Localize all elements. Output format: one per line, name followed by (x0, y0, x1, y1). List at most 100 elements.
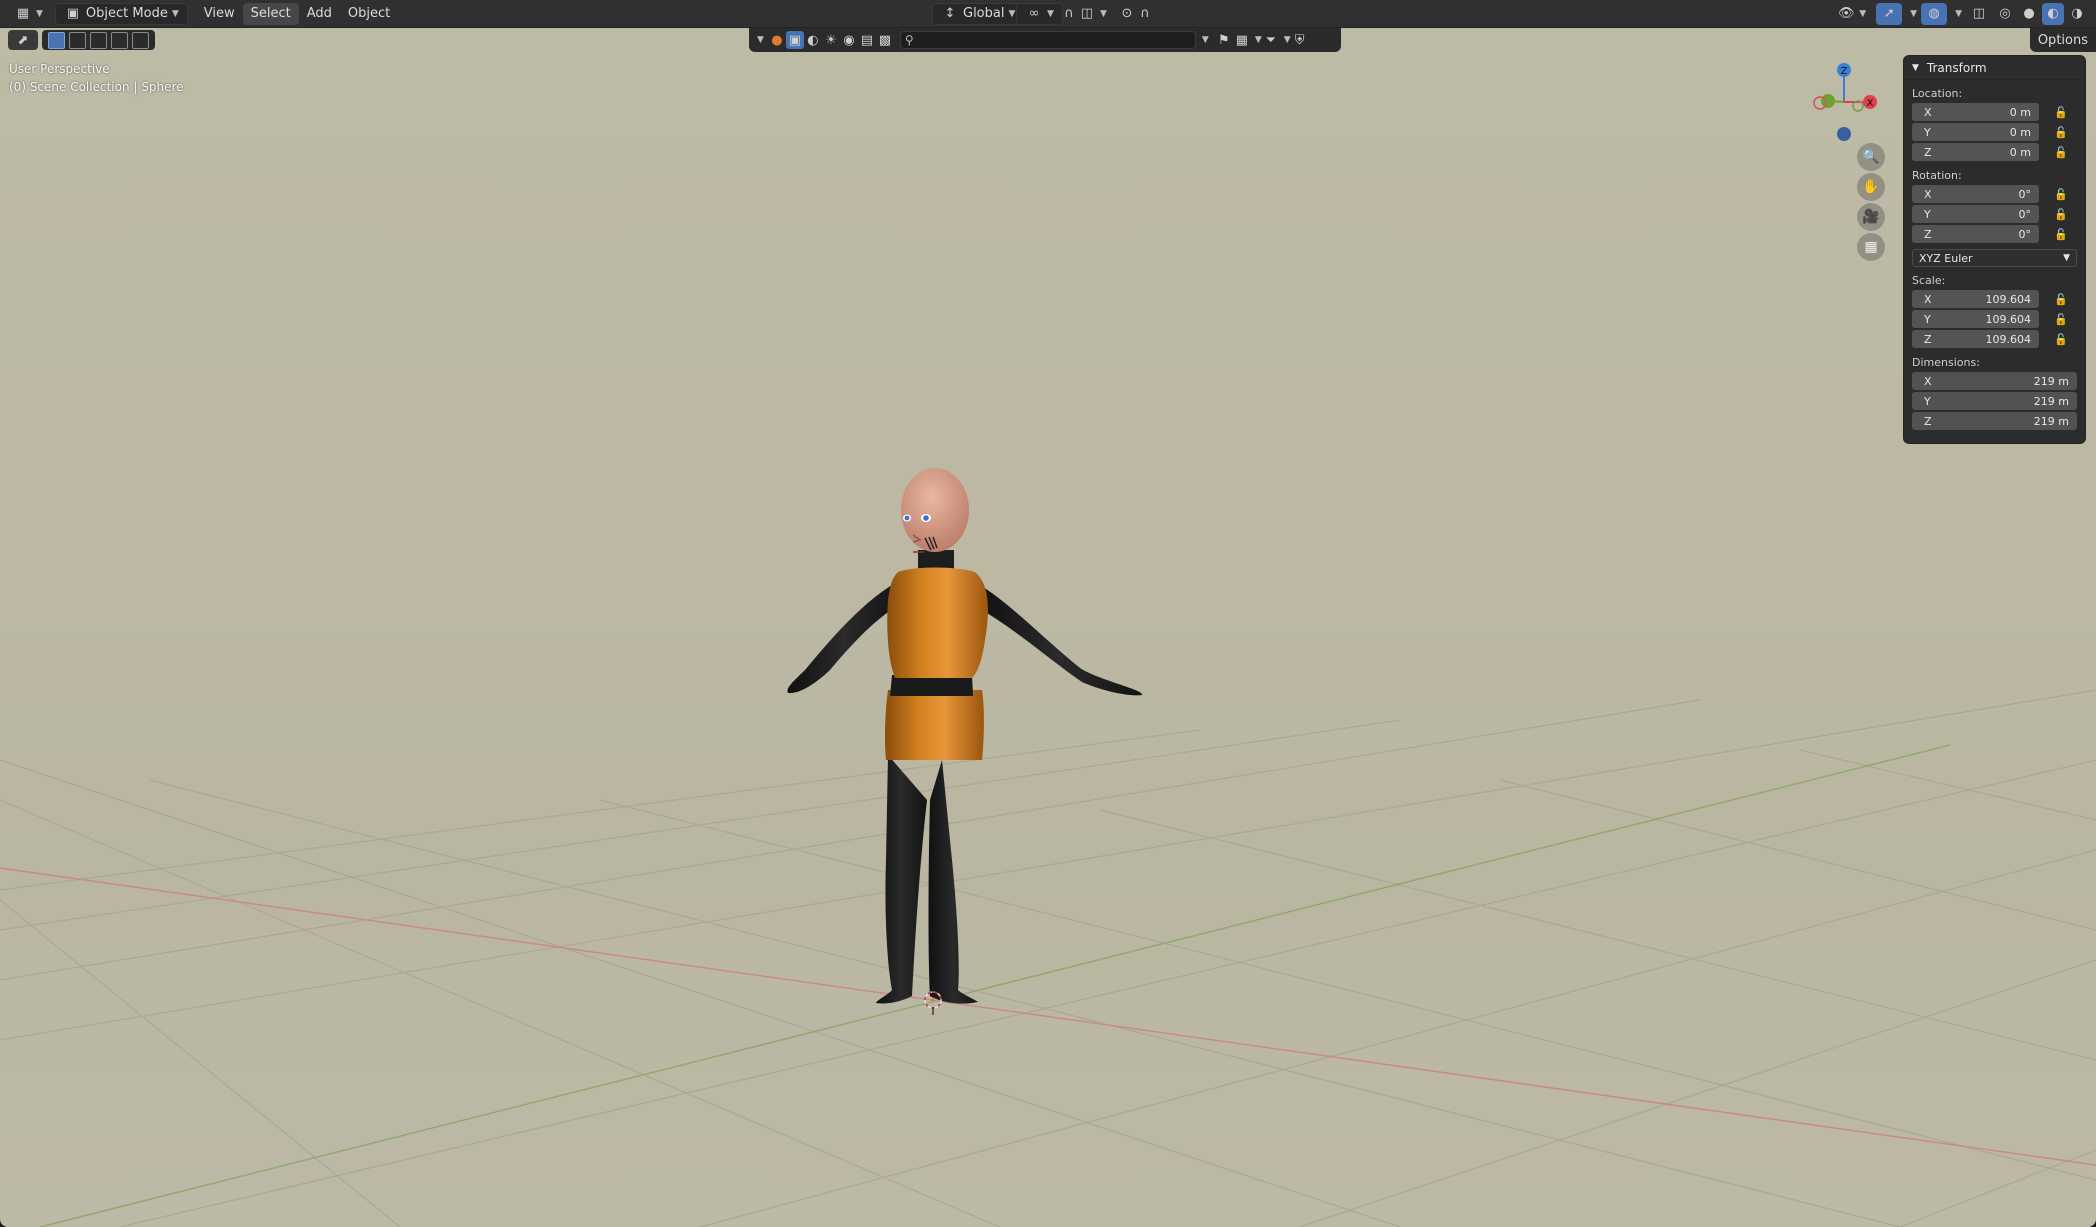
material-shading[interactable]: ◐ (2042, 2, 2064, 25)
orientation-dropdown[interactable]: ↕ Global ▼ (932, 2, 1025, 25)
gizmo-neg-z[interactable] (1837, 127, 1851, 141)
camera-icon[interactable]: 🎥 (1857, 203, 1885, 231)
visibility-dropdown[interactable]: 👁 ▼ (1829, 3, 1874, 25)
location-x-row: X0 m 🔓 (1904, 102, 2085, 122)
mode-label: Object Mode (85, 6, 168, 21)
dimensions-y-row: Y 219 m (1904, 391, 2085, 411)
chevron-down-icon[interactable]: ▼ (1255, 35, 1262, 45)
snap-increment-icon: ◫ (1080, 6, 1094, 21)
scene-icon[interactable]: ● (768, 31, 786, 49)
rotation-z-field[interactable]: Z 0° (1912, 225, 2039, 243)
rotation-x-field[interactable]: X 0° (1912, 185, 2039, 203)
object-mode-icon: ▣ (66, 6, 80, 21)
location-y-field[interactable]: Y0 m (1912, 123, 2039, 141)
gizmo-toggle[interactable]: ➚ (1876, 2, 1903, 25)
scale-label: Scale: (1912, 274, 1946, 287)
rendered-shading[interactable]: ◑ (2066, 3, 2088, 25)
lock-icon[interactable]: 🔓 (2051, 106, 2071, 119)
lock-icon[interactable]: 🔓 (2051, 188, 2071, 201)
menu-add[interactable]: Add (299, 3, 340, 25)
viewport-info: User Perspective (0) Scene Collection | … (9, 60, 184, 96)
search-input[interactable]: ⚲ (899, 31, 1196, 49)
dimensions-label: Dimensions: (1912, 356, 1980, 369)
zoom-icon[interactable]: 🔍 (1857, 143, 1885, 171)
chevron-down-icon[interactable]: ▼ (757, 35, 764, 45)
bookmark-icon[interactable]: ⚑ (1215, 31, 1233, 49)
object-type-filter-bar: ▼ ● ▣ ◐ ☀ ◉ ▤ ▩ ⚲ ▼ ⚑ ▦ ▼ ⏷ ▼ ⛨ (749, 28, 1341, 52)
scale-x-field[interactable]: X 109.604 (1912, 290, 2039, 308)
empty-filter-icon[interactable]: ▤ (858, 31, 876, 49)
rotation-z-row: Z 0° 🔓 (1904, 224, 2085, 244)
scale-z-field[interactable]: Z 109.604 (1912, 330, 2039, 348)
options-button[interactable]: Options (2029, 28, 2096, 52)
proportional-edit-toggle[interactable]: ⊙ ∩ (1110, 3, 1162, 25)
collection-info: (0) Scene Collection | Sphere (9, 80, 184, 94)
lock-icon[interactable]: 🔓 (2051, 333, 2071, 346)
collapse-chevron-icon[interactable]: ▼ (1912, 63, 1919, 73)
transform-header[interactable]: ▼ Transform (1904, 56, 2085, 80)
chevron-down-icon: ▼ (1100, 8, 1107, 19)
menu-object[interactable]: Object (340, 3, 398, 25)
selection-mode-group (42, 30, 155, 50)
lock-icon[interactable]: 🔓 (2051, 146, 2071, 159)
cursor-arrow-icon: ⬈ (17, 32, 29, 48)
select-intersect-icon[interactable] (132, 31, 149, 49)
lock-icon[interactable]: 🔓 (2051, 126, 2071, 139)
mesh-filter-icon[interactable]: ▣ (785, 31, 804, 49)
chevron-down-icon: ▼ (36, 8, 43, 19)
lock-icon[interactable]: 🔓 (2051, 208, 2071, 221)
rotation-mode-dropdown[interactable]: XYZ Euler ▼ (1912, 249, 2077, 267)
character-model[interactable] (0, 0, 2096, 1227)
location-x-field[interactable]: X0 m (1912, 103, 2039, 121)
light-filter-icon[interactable]: ☀ (822, 31, 840, 49)
gizmo-dropdown[interactable]: ▼ (1904, 3, 1919, 25)
dimensions-y-field[interactable]: Y 219 m (1912, 392, 2077, 410)
scale-y-field[interactable]: Y 109.604 (1912, 310, 2039, 328)
lock-icon[interactable]: 🔓 (2051, 293, 2071, 306)
select-new-icon[interactable] (48, 31, 65, 49)
magnet-icon: ∩ (1064, 6, 1074, 21)
gizmo-y-axis[interactable] (1821, 94, 1835, 108)
dimensions-x-field[interactable]: X 219 m (1912, 372, 2077, 390)
overlays-dropdown[interactable]: ▼ (1949, 3, 1964, 25)
dimensions-z-row: Z 219 m (1904, 411, 2085, 431)
wireframe-shading[interactable]: ◎ (1994, 3, 2016, 25)
overlays-toggle[interactable]: ◍ (1921, 2, 1948, 25)
chevron-down-icon: ▼ (1859, 8, 1867, 19)
select-invert-icon[interactable] (111, 31, 128, 49)
tool-settings-row: ⬈ (0, 28, 155, 52)
3d-viewport[interactable]: User Perspective (0) Scene Collection | … (0, 0, 2096, 1227)
display-mode-icon[interactable]: ▦ (1233, 31, 1251, 49)
lock-icon[interactable]: 🔓 (2051, 228, 2071, 241)
material-sphere-icon: ◐ (2047, 6, 2059, 21)
tool-select-button[interactable]: ⬈ (8, 30, 38, 50)
select-subtract-icon[interactable] (90, 31, 107, 49)
xray-toggle[interactable]: ◫ (1966, 3, 1992, 25)
grid-ortho-icon[interactable]: ▦ (1857, 233, 1885, 261)
menu-view[interactable]: View (196, 3, 243, 25)
lock-icon[interactable]: 🔓 (2051, 313, 2071, 326)
chevron-down-icon[interactable]: ▼ (1284, 35, 1291, 45)
editor-type-button[interactable]: ▦ ▼ (6, 3, 51, 25)
pan-hand-icon[interactable]: ✋ (1857, 173, 1885, 201)
chevron-down-icon[interactable]: ▼ (1202, 35, 1209, 45)
location-z-row: Z0 m 🔓 (1904, 142, 2085, 162)
rotation-y-field[interactable]: Y 0° (1912, 205, 2039, 223)
chevron-down-icon: ▼ (1910, 8, 1918, 19)
perspective-label: User Perspective (9, 62, 110, 76)
solid-shading[interactable]: ● (2018, 3, 2040, 25)
curve-filter-icon[interactable]: ◐ (804, 31, 822, 49)
dimensions-z-field[interactable]: Z 219 m (1912, 412, 2077, 430)
select-extend-icon[interactable] (69, 31, 86, 49)
shield-icon[interactable]: ⛨ (1291, 31, 1309, 49)
rendered-sphere-icon: ◑ (2071, 6, 2083, 21)
snap-toggle[interactable]: ∩ ◫ ▼ (1052, 3, 1115, 25)
mode-dropdown[interactable]: ▣ Object Mode ▼ (54, 2, 188, 25)
pivot-icon: ∞ (1028, 6, 1040, 21)
filter-funnel-icon[interactable]: ⏷ (1262, 31, 1280, 49)
navigation-gizmo[interactable]: Z X (1800, 58, 1900, 158)
menu-select[interactable]: Select (242, 2, 299, 25)
location-z-field[interactable]: Z0 m (1912, 143, 2039, 161)
camera-filter-icon[interactable]: ◉ (840, 31, 858, 49)
other-filter-icon[interactable]: ▩ (876, 31, 894, 49)
